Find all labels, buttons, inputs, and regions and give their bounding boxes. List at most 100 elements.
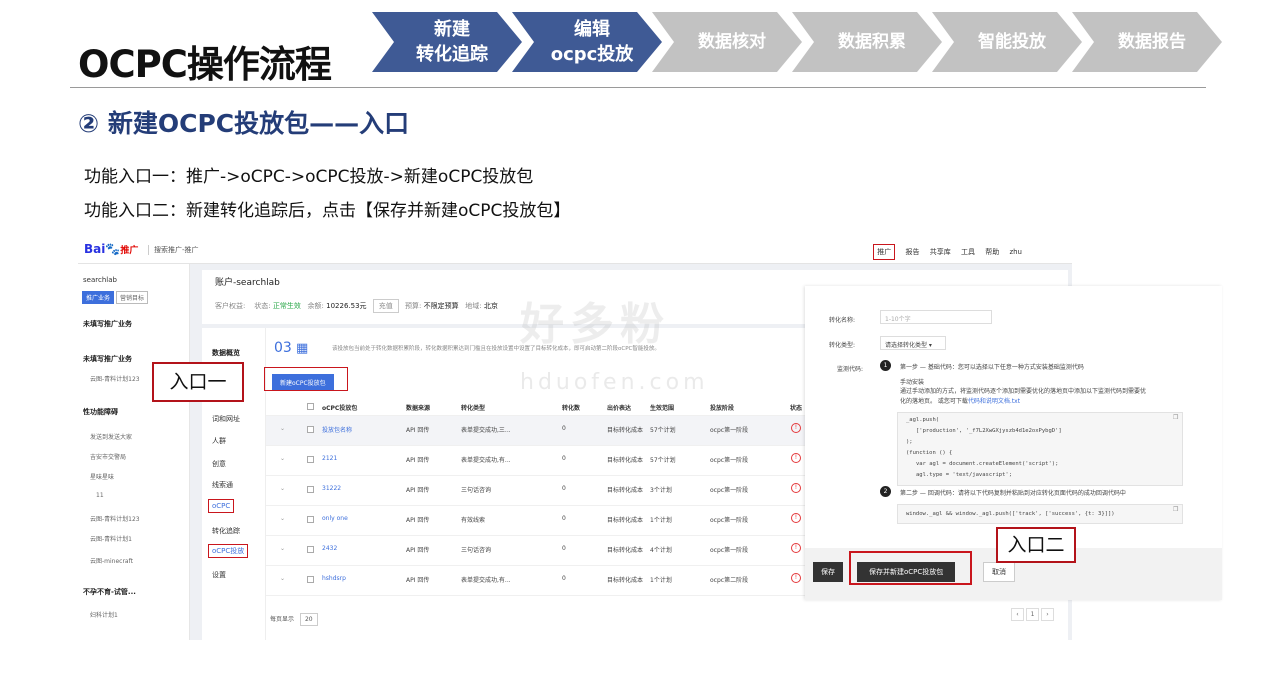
doc-download-link[interactable]: 代码和说明文档.txt bbox=[968, 398, 1020, 405]
conv-type-select[interactable]: 请选择转化类型 ▾ bbox=[880, 336, 946, 350]
nav-shared-library[interactable]: 共享库 bbox=[930, 248, 951, 256]
package-name-link[interactable]: 2121 bbox=[322, 455, 337, 462]
row-checkbox[interactable] bbox=[307, 486, 314, 493]
copy-icon[interactable]: ❐ bbox=[1173, 414, 1178, 421]
status-alert-icon: ! bbox=[791, 573, 801, 583]
next-page-icon[interactable]: › bbox=[1041, 608, 1054, 621]
expand-chevron-icon[interactable]: ⌄ bbox=[280, 455, 285, 462]
expand-chevron-icon[interactable]: ⌄ bbox=[280, 515, 285, 522]
col-header: 数据来源 bbox=[406, 405, 431, 412]
select-all-checkbox[interactable] bbox=[307, 403, 314, 410]
nav-ocpc[interactable]: oCPC bbox=[208, 499, 235, 513]
sidebar-item[interactable]: 云图-青料计划123 bbox=[90, 374, 140, 383]
code-line: ); bbox=[906, 439, 913, 445]
step-label-line2: ocpc投放 bbox=[550, 44, 634, 65]
pagination: ‹ 1 › bbox=[1009, 608, 1054, 621]
package-name-link[interactable]: hshdsrp bbox=[322, 575, 346, 582]
baidu-logo: Bai🐾推广 bbox=[84, 242, 138, 256]
nav-help[interactable]: 帮助 bbox=[985, 248, 999, 256]
col-header: 状态 bbox=[790, 405, 803, 412]
row-checkbox[interactable] bbox=[307, 426, 314, 433]
sidebar-unfilled[interactable]: 未填写推广业务 bbox=[83, 319, 132, 329]
status-value: 正常生效 bbox=[272, 302, 301, 310]
table-cell: 三句话咨询 bbox=[461, 547, 492, 554]
entry-one-text: 功能入口一：推广->oCPC->oCPC投放->新建oCPC投放包 bbox=[84, 167, 534, 187]
top-bar: Bai🐾推广 搜索推广-推广 推广 报告 共享库 工具 帮助 zhu bbox=[78, 234, 1072, 264]
expand-chevron-icon[interactable]: ⌄ bbox=[280, 425, 285, 432]
cancel-button[interactable]: 取消 bbox=[983, 562, 1015, 582]
page-size-select[interactable]: 20 bbox=[299, 613, 318, 626]
sidebar-item[interactable]: 发送到发送大家 bbox=[90, 432, 132, 441]
nav-overview[interactable]: 数据概览 bbox=[212, 348, 240, 358]
nav-tools[interactable]: 工具 bbox=[961, 248, 975, 256]
sidebar-item[interactable]: 吉安市交警局 bbox=[90, 452, 126, 461]
table-cell: 0 bbox=[562, 455, 566, 462]
table-cell: 目标转化成本 bbox=[607, 577, 644, 584]
nav-leads[interactable]: 线索通 bbox=[212, 480, 233, 490]
expand-chevron-icon[interactable]: ⌄ bbox=[280, 485, 285, 492]
package-name-link[interactable]: 2432 bbox=[322, 545, 337, 552]
status-alert-icon: ! bbox=[791, 543, 801, 553]
package-name-link[interactable]: only one bbox=[322, 515, 348, 522]
table-cell: 三句话咨询 bbox=[461, 487, 492, 494]
nav-conversion-tracking[interactable]: 转化追踪 bbox=[212, 526, 240, 536]
sidebar-item[interactable]: 云图-青料计划123 bbox=[90, 514, 140, 523]
sidebar-item[interactable]: 妇科计划1 bbox=[90, 610, 118, 619]
nav-settings[interactable]: 设置 bbox=[212, 570, 226, 580]
row-checkbox[interactable] bbox=[307, 546, 314, 553]
table-cell: API 回传 bbox=[406, 487, 430, 494]
sidebar-group3[interactable]: 不孕不育-试管... bbox=[83, 587, 136, 597]
tab-business[interactable]: 推广业务 bbox=[82, 291, 115, 304]
recharge-button[interactable]: 充值 bbox=[372, 299, 399, 313]
sidebar-item[interactable]: 星味星味 bbox=[90, 472, 114, 481]
conv-name-input[interactable]: 1-10个字 bbox=[880, 310, 992, 324]
nav-ocpc-launch[interactable]: oCPC投放 bbox=[208, 544, 249, 558]
page-number[interactable]: 1 bbox=[1026, 608, 1039, 621]
page-title: OCPC操作流程 bbox=[78, 43, 332, 86]
manual-install-label: 手动安装 bbox=[900, 379, 925, 386]
balance-value: 10226.53元 bbox=[326, 302, 367, 310]
row-checkbox[interactable] bbox=[307, 456, 314, 463]
logo-text: Bai bbox=[84, 242, 106, 256]
nav-promotion[interactable]: 推广 bbox=[873, 244, 896, 260]
step-edit-ocpc: 编辑 ocpc投放 bbox=[512, 12, 662, 72]
sidebar-item[interactable]: 云图-minecraft bbox=[90, 556, 133, 565]
sidebar-item[interactable]: 云图-青料计划1 bbox=[90, 534, 132, 543]
nav-words[interactable]: 词和网址 bbox=[212, 414, 240, 424]
left-sidebar: searchlab 推广业务 营销目标 未填写推广业务 未填写推广业务 云图-青料… bbox=[78, 264, 190, 640]
step-label-line1: 新建 bbox=[434, 19, 470, 40]
prev-page-icon[interactable]: ‹ bbox=[1011, 608, 1024, 621]
table-row[interactable]: ⌄ only one API 回传 有效线索 0 目标转化成本 1个计划 ocpc第一阶段! bbox=[266, 506, 806, 536]
code-line: ['production', '_f7L2XwGXjyszb4d1e2oxPyb… bbox=[916, 428, 1062, 434]
sidebar-item[interactable]: 11 bbox=[96, 492, 104, 499]
nav-creative[interactable]: 创意 bbox=[212, 459, 226, 469]
row-checkbox[interactable] bbox=[307, 516, 314, 523]
copy-icon[interactable]: ❐ bbox=[1173, 506, 1178, 513]
status-alert-icon: ! bbox=[791, 513, 801, 523]
table-row[interactable]: ⌄ 投放包名称 API 回传 表单提交成功,三... 0 目标转化成本 57个计划 ocpc第… bbox=[266, 416, 806, 446]
nav-user[interactable]: zhu bbox=[1009, 248, 1022, 256]
col-header: oCPC投放包 bbox=[322, 405, 358, 412]
table-row[interactable]: ⌄ 2432 API 回传 三句话咨询 0 目标转化成本 4个计划 ocpc第一阶段! bbox=[266, 536, 806, 566]
sidebar-group2[interactable]: 性功能障碍 bbox=[83, 407, 118, 417]
package-name-link[interactable]: 投放包名称 bbox=[322, 425, 352, 434]
row-checkbox[interactable] bbox=[307, 576, 314, 583]
package-name-link[interactable]: 31222 bbox=[322, 485, 341, 492]
table-row[interactable]: ⌄ 2121 API 回传 表单提交成功,有... 0 目标转化成本 57个计划 ocpc第一… bbox=[266, 446, 806, 476]
page-size: 每页显示 20 bbox=[270, 613, 318, 626]
save-button[interactable]: 保存 bbox=[813, 562, 843, 582]
step-label-line1: 编辑 bbox=[574, 19, 610, 40]
table-row[interactable]: ⌄ 31222 API 回传 三句话咨询 0 目标转化成本 3个计划 ocpc第一阶段! bbox=[266, 476, 806, 506]
table-row[interactable]: ⌄ hshdsrp API 回传 表单提交成功,有... 0 目标转化成本 1个计划 ocpc… bbox=[266, 566, 806, 596]
highlight-new-button bbox=[264, 367, 348, 391]
nav-crowd[interactable]: 人群 bbox=[212, 436, 226, 446]
status-label: 状态: bbox=[254, 302, 271, 310]
tab-goal[interactable]: 营销目标 bbox=[116, 291, 149, 304]
nav-report[interactable]: 报告 bbox=[906, 248, 920, 256]
sidebar-group1[interactable]: 未填写推广业务 bbox=[83, 354, 132, 364]
callback-code-box[interactable]: window._agl && window._agl.push(['track'… bbox=[897, 504, 1183, 524]
table-cell: ocpc第一阶段 bbox=[710, 487, 749, 494]
expand-chevron-icon[interactable]: ⌄ bbox=[280, 575, 285, 582]
base-code-box[interactable]: _agl.push( ['production', '_f7L2XwGXjysz… bbox=[897, 412, 1183, 486]
expand-chevron-icon[interactable]: ⌄ bbox=[280, 545, 285, 552]
